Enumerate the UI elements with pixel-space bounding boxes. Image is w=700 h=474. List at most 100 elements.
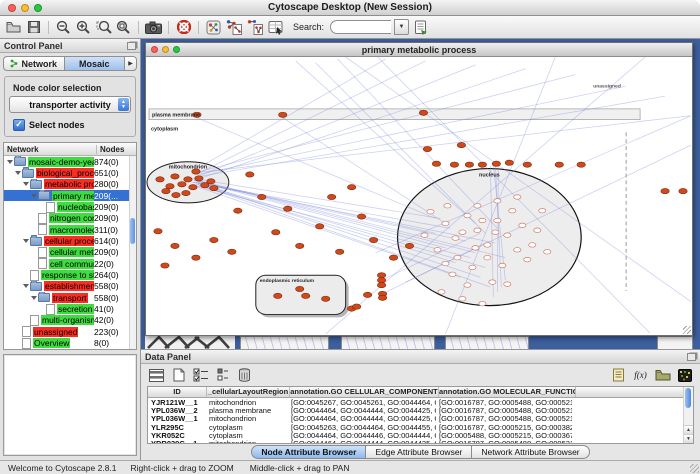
close-window-icon[interactable] [8,4,16,12]
network-node-unselected[interactable] [489,280,496,285]
tree-expander-icon[interactable] [22,284,30,288]
network-node-unselected[interactable] [544,250,551,255]
network-node-unselected[interactable] [469,265,476,270]
background-window-fragment[interactable] [240,336,329,349]
network-node[interactable] [492,161,500,166]
network-node[interactable] [302,293,310,298]
network-node-unselected[interactable] [479,301,486,306]
vizmapper-icon[interactable] [205,18,222,36]
network-node[interactable] [184,177,192,182]
tree-expander-icon[interactable] [30,296,38,300]
table-cell[interactable]: [GO:0044464, GO:0044444, GO:0044425, G..… [288,439,436,444]
network-node[interactable] [577,162,585,167]
tree-row-label[interactable]: macromolecule [49,225,94,235]
network-node[interactable] [315,224,323,229]
network-graph[interactable]: plasma membranecytoplasmmitochondrionnuc… [146,57,692,335]
network-node[interactable] [661,188,669,193]
tree-scrollbar[interactable] [129,156,136,349]
network-node[interactable] [171,174,179,179]
column-header-network[interactable]: Network [4,145,97,154]
network-node-unselected[interactable] [444,204,451,209]
tree-row-label[interactable]: nucleobase- [57,202,94,212]
network-node-unselected[interactable] [454,255,461,260]
network-node[interactable] [161,263,169,268]
network-node[interactable] [369,237,377,242]
network-node-unselected[interactable] [514,248,521,253]
network-node[interactable] [210,186,218,191]
zoom-window-icon[interactable] [34,4,42,12]
function-builder-icon[interactable]: f(x) [632,366,649,384]
network-edge[interactable] [198,65,475,177]
table-column-header[interactable]: annotation.GO MOLECULAR_FUNCTION [439,387,576,397]
frame-close-icon[interactable] [151,46,158,53]
table-row[interactable]: YDR039C__1mitochondrion[GO:0044464, GO:0… [148,439,684,444]
column-header-nodes[interactable]: Nodes [97,145,136,154]
tree-row[interactable]: establishment of lo558(0) [4,281,130,292]
network-node[interactable] [279,112,287,117]
tree-expander-icon[interactable] [22,182,30,186]
search-index-icon[interactable] [412,18,429,36]
network-node-unselected[interactable] [504,282,511,287]
tree-row[interactable]: metabolic process280(0) [4,179,130,190]
network-node-unselected[interactable] [509,208,516,213]
table-scrollbar-thumb[interactable] [685,388,691,408]
network-node[interactable] [419,110,427,115]
open-folder-icon[interactable] [5,18,22,36]
network-frame-titlebar[interactable]: primary metabolic process [146,43,692,57]
zoom-out-icon[interactable] [55,18,72,36]
frame-minimize-icon[interactable] [162,46,169,53]
network-from-selection-icon[interactable] [225,18,243,36]
table-column-header[interactable]: annotation.GO CELLULAR_COMPONENT [290,387,439,397]
network-node[interactable] [423,146,431,151]
tree-row[interactable]: secretion41(0) [4,303,130,314]
network-node[interactable] [182,190,190,195]
tree-row[interactable]: response to stimul264(0) [4,269,130,280]
tree-row[interactable]: transport558(0) [4,292,130,303]
tree-row-label[interactable]: transport [52,293,88,303]
network-node-unselected[interactable] [472,246,479,251]
node-color-dropdown[interactable]: transporter activity ▲▼ [9,96,131,113]
network-node-unselected[interactable] [434,248,441,253]
network-node[interactable] [478,162,486,167]
select-nodes-checkbox[interactable]: ✓ [13,119,25,131]
tree-row-label[interactable]: nitrogen compo [49,213,94,223]
tab-mosaic[interactable]: Mosaic [64,56,125,71]
window-resize-grip[interactable] [690,464,699,473]
table-cell[interactable]: YDR039C__1 [148,439,206,444]
network-node-unselected[interactable] [479,218,486,223]
table-cell[interactable]: [GO:0016787, GO:0005488, GO:0005215, G..… [436,439,572,444]
network-node-unselected[interactable] [452,236,459,241]
tree-row-label[interactable]: unassigned [33,327,78,337]
network-node-unselected[interactable] [494,199,501,204]
background-window-fragment[interactable] [341,336,435,349]
tree-row-label[interactable]: biological_process [36,168,94,178]
scroll-down-icon[interactable]: ▼ [684,434,693,443]
network-node[interactable] [457,142,465,147]
network-node-unselected[interactable] [494,218,501,223]
network-node-unselected[interactable] [539,208,546,213]
network-node[interactable] [377,282,385,287]
network-node-unselected[interactable] [459,230,466,235]
tree-row-label[interactable]: Overview [33,338,70,348]
tree-row-label[interactable]: mosaic-demo-yeast [28,157,94,167]
import-attributes-icon[interactable] [654,366,671,384]
network-node[interactable] [172,192,180,197]
network-node[interactable] [171,243,179,248]
network-node[interactable] [352,304,360,309]
network-node[interactable] [258,194,266,199]
network-node[interactable] [389,255,397,260]
network-node-unselected[interactable] [492,230,499,235]
tree-row[interactable]: multi-organism pro42(0) [4,315,130,326]
network-edge[interactable] [192,178,441,218]
tab-overflow-arrow-icon[interactable]: ▶ [124,56,137,71]
network-node-unselected[interactable] [504,233,511,238]
new-attribute-icon[interactable] [170,366,187,384]
zoom-selected-icon[interactable] [95,18,112,36]
network-node[interactable] [296,243,304,248]
tree-row[interactable]: mosaic-demo-yeast874(0) [4,156,130,167]
network-edge[interactable] [196,75,575,173]
annotation-grid-icon[interactable] [267,18,284,36]
network-node[interactable] [335,249,343,254]
frame-resize-grip[interactable] [683,326,691,334]
network-node[interactable] [207,179,215,184]
